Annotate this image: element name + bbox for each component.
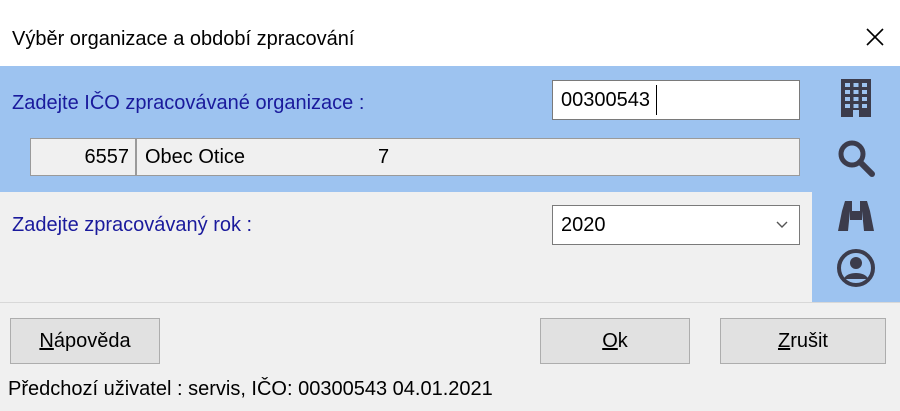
- chevron-down-icon: [776, 221, 788, 228]
- year-select[interactable]: 2020: [552, 205, 800, 245]
- text-caret: [656, 85, 657, 115]
- user-icon: [837, 249, 875, 287]
- help-label: ápověda: [53, 329, 131, 352]
- close-icon[interactable]: [860, 22, 890, 52]
- ico-label: Zadejte IČO zpracovávané organizace :: [12, 92, 365, 114]
- binoculars-icon: [838, 201, 874, 231]
- ok-button[interactable]: Ok: [540, 318, 690, 364]
- organization-list-button[interactable]: [834, 76, 878, 120]
- ok-label: k: [617, 329, 628, 352]
- user-button[interactable]: [834, 246, 878, 290]
- organization-code: 7: [378, 146, 390, 168]
- ok-mnemonic: O: [602, 329, 618, 352]
- help-button[interactable]: Nápověda: [10, 318, 160, 364]
- window-title: Výběr organizace a období zpracování: [12, 28, 355, 50]
- title-bar: Výběr organizace a období zpracování: [0, 0, 900, 66]
- status-text: Předchozí uživatel : servis, IČO: 003005…: [8, 378, 493, 400]
- help-mnemonic: N: [39, 329, 54, 352]
- cancel-button[interactable]: Zrušit: [720, 318, 886, 364]
- search-icon: [838, 140, 875, 177]
- search-button[interactable]: [834, 136, 878, 180]
- year-selected-value: 2020: [561, 213, 606, 236]
- cancel-label: rušit: [790, 329, 828, 352]
- ico-input[interactable]: [552, 80, 800, 120]
- organization-number: 6557: [30, 138, 136, 176]
- building-icon: [841, 79, 871, 117]
- divider: [0, 302, 900, 303]
- year-label: Zadejte zpracovávaný rok :: [12, 214, 253, 236]
- organization-name: Obec Otice: [136, 138, 800, 176]
- cancel-mnemonic: Z: [777, 329, 791, 352]
- find-button[interactable]: [834, 194, 878, 238]
